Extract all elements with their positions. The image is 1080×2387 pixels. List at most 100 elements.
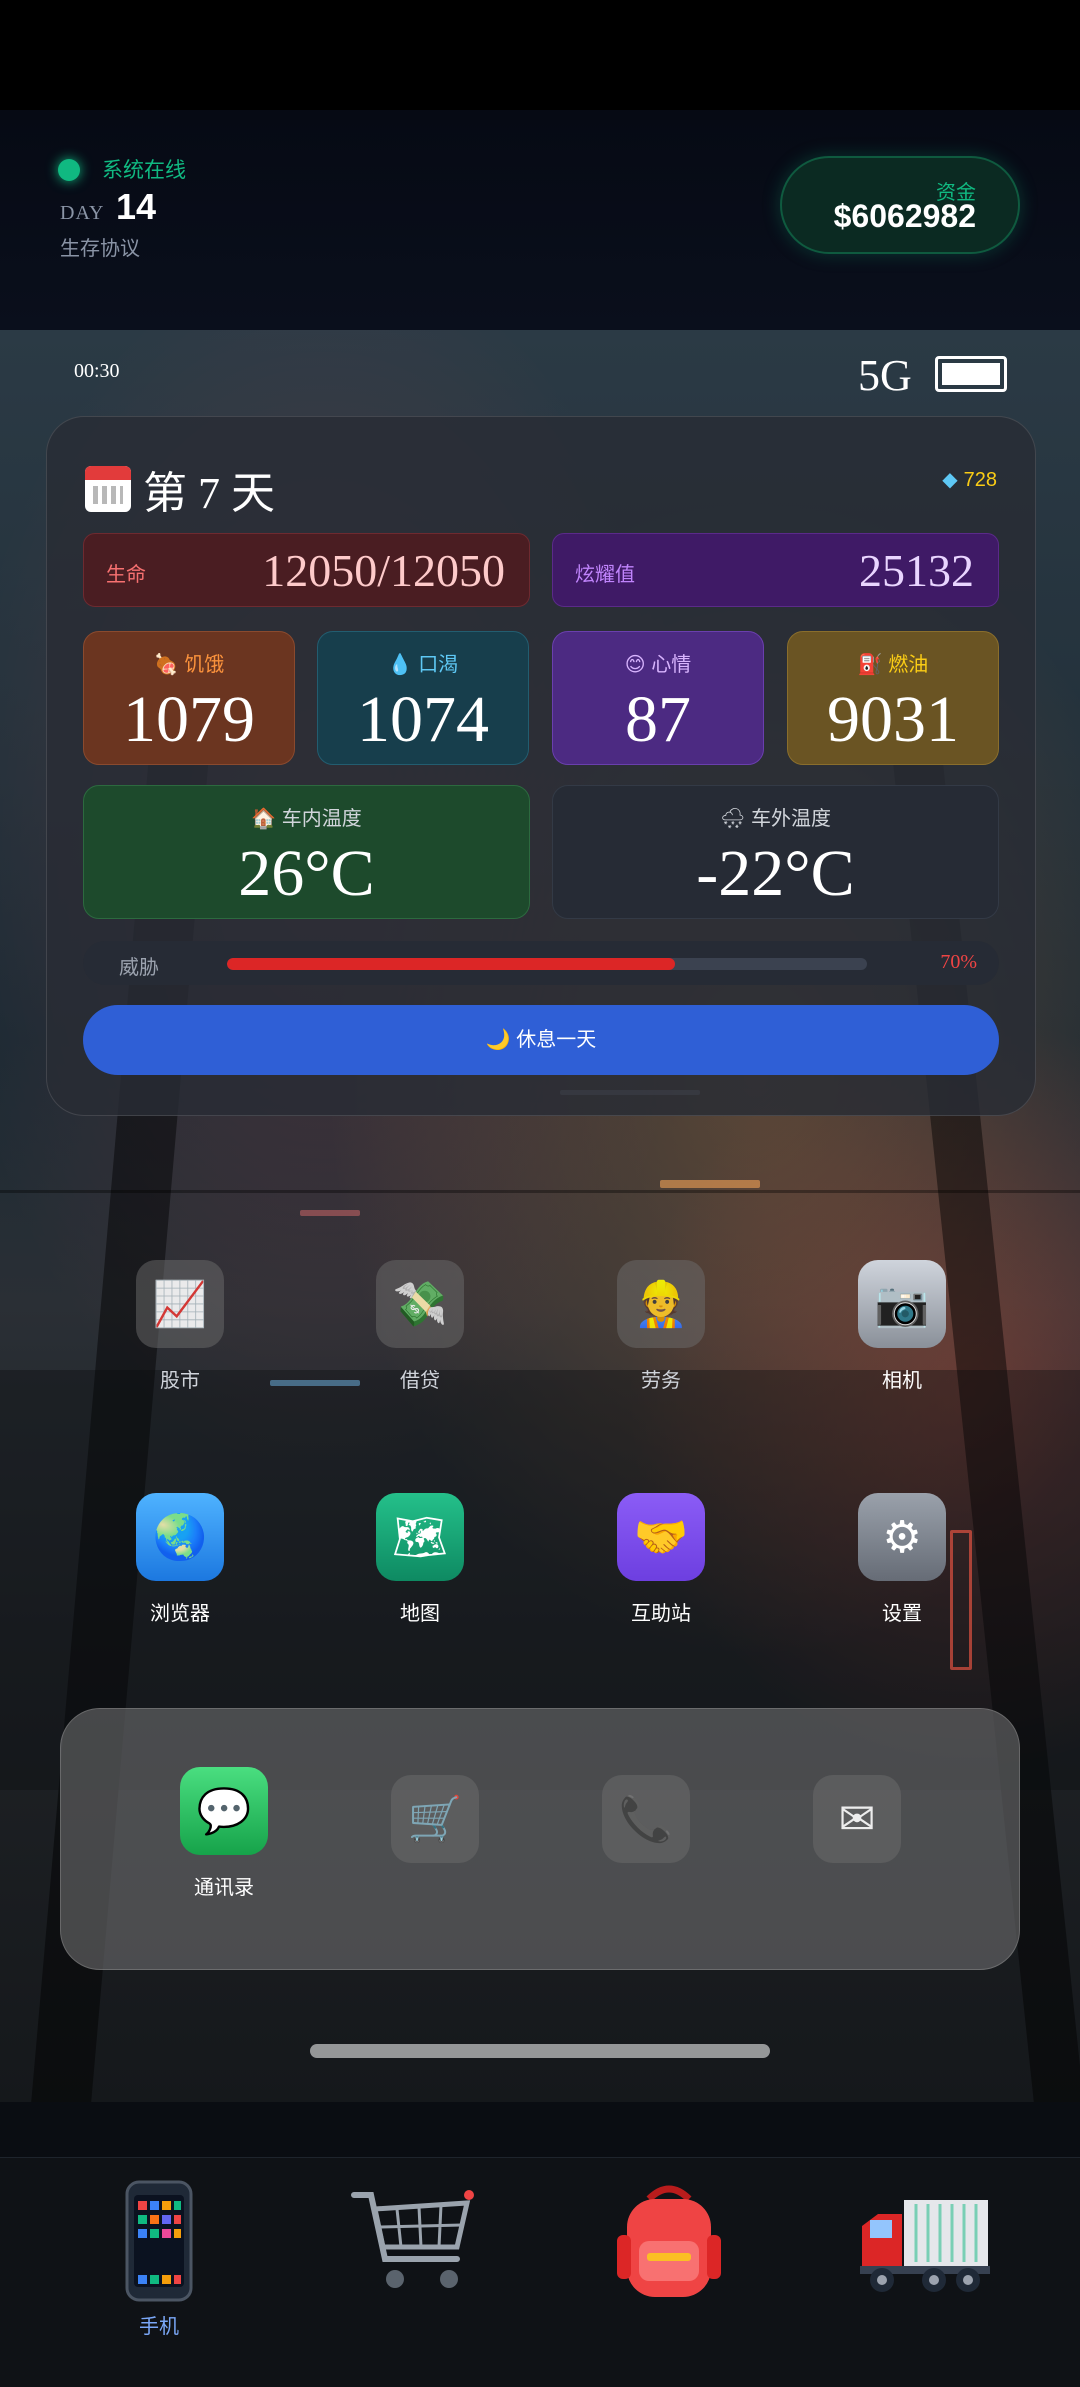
life-label: 生命 (106, 564, 146, 586)
phone-screen: 00:30 5G 第 7 天 ◆ 728 生命 12050/12050 炫耀值 2… (0, 330, 1080, 2102)
threat-progress-fill (227, 958, 675, 970)
inside-temp-value: 26°C (238, 837, 375, 910)
app-loan[interactable]: 💸 借贷 (360, 1260, 480, 1393)
diamond-icon: ◆ (942, 469, 958, 491)
bottom-navigation: 手机 (0, 2157, 1080, 2387)
inside-temp-label-text: 车内温度 (281, 808, 362, 830)
shopping-cart-icon (339, 2176, 489, 2306)
smile-icon: 😊 (624, 654, 646, 676)
outside-temp-value: -22°C (696, 837, 855, 910)
app-label: 地图 (400, 1603, 440, 1625)
funds-badge[interactable]: 资金 $6062982 (780, 156, 1020, 254)
fuel-stat: ⛽ 燃油 9031 (787, 631, 999, 765)
message-icon: 💬 (180, 1767, 268, 1855)
home-indicator[interactable] (310, 2044, 770, 2058)
app-label: 股市 (160, 1370, 200, 1392)
fuel-pump-icon: ⛽ (857, 654, 883, 676)
gem-counter: ◆ 728 (942, 467, 997, 492)
thirst-value: 1074 (357, 683, 489, 756)
cart-icon: 🛒 (391, 1775, 479, 1863)
mood-label-text: 心情 (651, 654, 692, 676)
thirst-label: 💧 口渴 (318, 648, 528, 677)
app-map[interactable]: 🗺 地图 (360, 1493, 480, 1626)
nav-shop[interactable] (339, 2176, 489, 2306)
app-label: 设置 (882, 1603, 922, 1625)
stock-chart-icon: 📈 (136, 1260, 224, 1348)
house-icon: 🏠 (251, 808, 277, 830)
threat-label: 威胁 (119, 957, 159, 979)
hunger-label: 🍖 饥饿 (84, 648, 294, 677)
dock-app-phone[interactable]: 📞 (586, 1775, 706, 1863)
threat-progress-track (227, 958, 867, 970)
truck-icon (849, 2176, 999, 2306)
loan-icon: 💸 (376, 1260, 464, 1348)
dock-app-mail[interactable]: ✉ (797, 1775, 917, 1863)
phone-icon: 📞 (602, 1775, 690, 1863)
signal-indicator: 5G (858, 351, 912, 400)
bottom-spacer (0, 2102, 1080, 2157)
app-labor[interactable]: 👷 劳务 (601, 1260, 721, 1393)
online-status-dot (58, 159, 80, 181)
threat-meter: 威胁 70% (83, 941, 999, 985)
outside-temp-label: 🌨 车外温度 (553, 802, 998, 831)
mood-stat: 😊 心情 87 (552, 631, 764, 765)
day-title: 第 7 天 (85, 457, 275, 521)
life-stat: 生命 12050/12050 (83, 533, 530, 607)
outside-temperature: 🌨 车外温度 -22°C (552, 785, 999, 919)
rest-day-button[interactable]: 🌙 休息一天 (83, 1005, 999, 1075)
fuel-label: ⛽ 燃油 (788, 648, 998, 677)
mail-icon: ✉ (813, 1775, 901, 1863)
app-camera[interactable]: 📷 相机 (842, 1260, 962, 1393)
hunger-stat: 🍖 饥饿 1079 (83, 631, 295, 765)
camera-icon: 📷 (858, 1260, 946, 1348)
system-status: 系统在线 (102, 159, 186, 182)
hunger-label-text: 饥饿 (184, 654, 225, 676)
app-mutual-aid[interactable]: 🤝 互助站 (601, 1493, 721, 1626)
dock-app-shop[interactable]: 🛒 (375, 1775, 495, 1863)
nav-phone-label: 手机 (139, 2316, 179, 2338)
top-bar (0, 0, 1080, 110)
app-browser[interactable]: 🌏 浏览器 (120, 1493, 240, 1626)
hunger-value: 1079 (123, 683, 255, 756)
fuel-value: 9031 (827, 683, 959, 756)
fame-value: 25132 (859, 545, 974, 596)
worker-icon: 👷 (617, 1260, 705, 1348)
rest-day-label: 休息一天 (516, 1029, 597, 1051)
thirst-label-text: 口渴 (418, 654, 459, 676)
inside-temp-label: 🏠 车内温度 (84, 802, 529, 831)
calendar-icon (85, 466, 131, 512)
funds-value: $6062982 (833, 198, 976, 234)
droplet-icon: 💧 (387, 654, 413, 676)
globe-icon: 🌏 (136, 1493, 224, 1581)
outside-temp-label-text: 车外温度 (750, 808, 831, 830)
thirst-stat: 💧 口渴 1074 (317, 631, 529, 765)
map-icon: 🗺 (376, 1493, 464, 1581)
app-label: 通讯录 (194, 1877, 254, 1899)
app-label: 浏览器 (150, 1603, 210, 1625)
mood-value: 87 (625, 683, 691, 756)
app-stocks[interactable]: 📈 股市 (120, 1260, 240, 1393)
fuel-label-text: 燃油 (888, 654, 929, 676)
dock-app-contacts[interactable]: 💬 通讯录 (164, 1767, 284, 1900)
nav-backpack[interactable] (594, 2176, 744, 2306)
handshake-icon: 🤝 (617, 1493, 705, 1581)
app-label: 互助站 (631, 1603, 691, 1625)
app-dock: 💬 通讯录 🛒 📞 ✉ (60, 1708, 1020, 1970)
app-label: 借贷 (400, 1370, 440, 1392)
app-settings[interactable]: ⚙ 设置 (842, 1493, 962, 1626)
status-bar-time: 00:30 (74, 360, 120, 382)
gear-icon: ⚙ (858, 1493, 946, 1581)
fame-label: 炫耀值 (575, 564, 635, 586)
snow-cloud-icon: 🌨 (720, 808, 746, 830)
app-label: 劳务 (641, 1370, 681, 1392)
inside-temperature: 🏠 车内温度 26°C (83, 785, 530, 919)
nav-phone[interactable]: 手机 (84, 2176, 234, 2339)
gem-value: 728 (963, 469, 997, 491)
life-value: 12050/12050 (262, 545, 505, 596)
day-label: DAY (60, 202, 105, 224)
nav-truck[interactable] (849, 2176, 999, 2306)
app-label: 相机 (882, 1370, 922, 1392)
fame-stat: 炫耀值 25132 (552, 533, 999, 607)
survival-stats-panel: 第 7 天 ◆ 728 生命 12050/12050 炫耀值 25132 🍖 饥饿… (46, 416, 1036, 1116)
mood-label: 😊 心情 (553, 648, 763, 677)
